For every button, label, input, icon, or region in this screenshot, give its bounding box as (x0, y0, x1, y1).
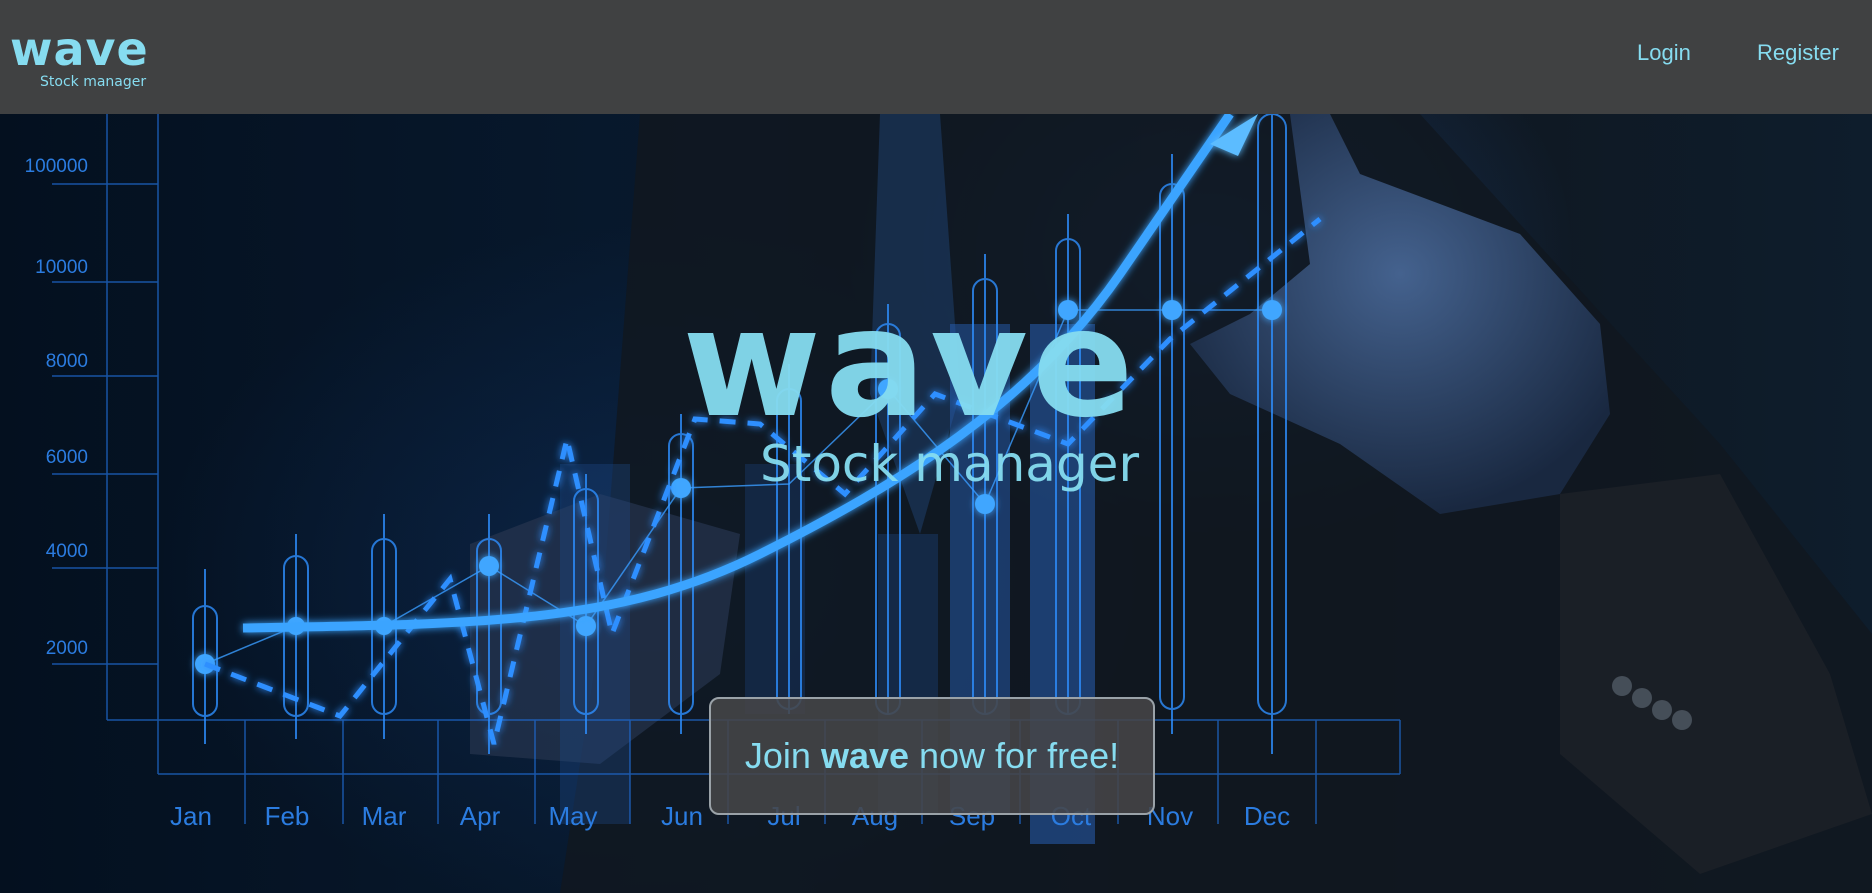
brand-logo[interactable]: wave Stock manager (10, 22, 149, 90)
cuff-button (1612, 676, 1632, 696)
y-tick-label: 4000 (46, 541, 88, 562)
y-tick-label: 8000 (46, 351, 88, 372)
x-tick-label: Apr (460, 801, 501, 831)
y-tick-label: 6000 (46, 447, 88, 468)
cta-prefix: Join (744, 735, 811, 776)
x-tick-label: Feb (265, 801, 310, 831)
join-cta-button[interactable]: Join wave now for free! (709, 697, 1155, 815)
register-link[interactable]: Register (1757, 40, 1839, 66)
bg-bar (745, 464, 805, 714)
brand-logo-subtitle: Stock manager (40, 74, 147, 90)
navbar: wave Stock manager Login Register (0, 0, 1872, 114)
bg-bar (560, 464, 630, 824)
x-tick-label: May (548, 801, 597, 831)
x-tick-label: Dec (1244, 801, 1290, 831)
x-tick-label: Jun (661, 801, 703, 831)
y-tick-label: 10000 (35, 257, 88, 278)
login-link[interactable]: Login (1637, 40, 1691, 66)
cta-brand: wave (820, 735, 910, 776)
cta-suffix: now for free! (919, 735, 1120, 776)
cuff-button (1672, 710, 1692, 730)
y-tick-label: 100000 (25, 156, 88, 177)
cuff-button (1652, 700, 1672, 720)
cuff-button (1632, 688, 1652, 708)
brand-logo-text: wave (10, 22, 149, 76)
x-tick-label: Jan (170, 801, 212, 831)
x-tick-label: Mar (362, 801, 407, 831)
y-tick-label: 2000 (46, 638, 88, 659)
